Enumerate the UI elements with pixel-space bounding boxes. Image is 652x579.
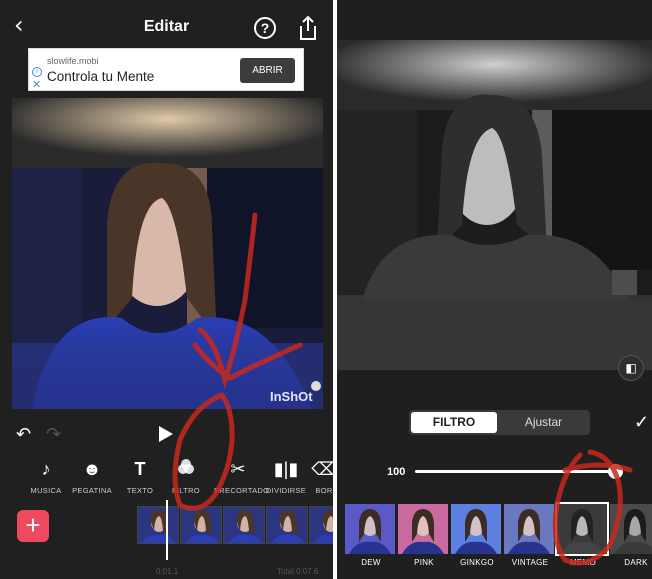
tool-bar: ⋮ A ♪ MUSICA ☻ PEGATINA T TEXTO FILTRO (0, 458, 333, 502)
tool-partial[interactable]: ⋮ A (0, 458, 14, 495)
slider-knob[interactable] (608, 464, 623, 479)
filter-name: GINKGO (460, 558, 494, 567)
watermark-text: InShOt (270, 389, 313, 404)
timeline-frame (309, 506, 333, 544)
tool-musica[interactable]: ♪ MUSICA (22, 458, 70, 495)
text-icon: T (134, 459, 146, 479)
filter-name: MEMO (569, 558, 597, 567)
play-icon[interactable] (159, 426, 173, 442)
share-icon[interactable] (296, 15, 320, 41)
filtered-video-preview[interactable] (337, 40, 652, 370)
mode-tabs: FILTRO Ajustar (409, 410, 590, 435)
compare-split-icon[interactable]: ◧ (618, 355, 644, 381)
slider-fill (415, 470, 615, 473)
top-bar: ‹ Editar ? (0, 0, 333, 52)
partial-tool-icon: ⋮ (0, 458, 14, 480)
emoji-icon: ☻ (82, 459, 102, 479)
tool-filtro[interactable]: FILTRO (162, 458, 210, 495)
help-icon[interactable]: ? (254, 17, 276, 39)
filter-thumbnail (345, 504, 395, 554)
confirm-check-icon[interactable]: ✓ (634, 412, 649, 433)
timeline-frame (266, 506, 308, 544)
ad-domain: slowlife.mobi (47, 56, 99, 66)
ad-info-icon[interactable]: i (32, 67, 42, 77)
intensity-slider[interactable] (415, 464, 623, 479)
filter-thumbnail (555, 502, 609, 556)
timeline-frame (223, 506, 265, 544)
tool-texto[interactable]: T TEXTO (116, 458, 164, 495)
filter-ginkgo[interactable]: GINKGO (451, 504, 503, 568)
playhead[interactable] (166, 500, 168, 560)
editor-screen-left: ‹ Editar ? i ✕ slowlife.mobi Controla tu… (0, 0, 333, 579)
ad-banner[interactable]: i ✕ slowlife.mobi Controla tu Mente ABRI… (28, 48, 304, 91)
video-preview[interactable]: InShOt (12, 98, 323, 409)
ad-close-icon[interactable]: ✕ (32, 80, 41, 91)
music-note-icon: ♪ (41, 459, 51, 479)
tool-borrar[interactable]: ⌫ BOR (300, 458, 333, 495)
tool-precortado[interactable]: ✂ PRECORTADO (214, 458, 270, 495)
scissors-icon: ✂ (230, 459, 246, 479)
tab-ajustar[interactable]: Ajustar (499, 412, 588, 433)
timeline-frame (137, 506, 179, 544)
filter-name: DARK (624, 558, 648, 567)
undo-icon[interactable]: ↶ (16, 424, 31, 445)
ad-open-button[interactable]: ABRIR (240, 58, 295, 83)
filter-dew[interactable]: DEW (345, 504, 397, 568)
tool-label: BOR (315, 486, 333, 495)
tool-pegatina[interactable]: ☻ PEGATINA (68, 458, 116, 495)
trash-icon: ⌫ (311, 459, 333, 479)
filter-thumbnail (398, 504, 448, 554)
ad-headline: Controla tu Mente (47, 69, 155, 84)
redo-icon[interactable]: ↷ (46, 424, 61, 445)
filter-name: DEW (361, 558, 381, 567)
timeline-frame (180, 506, 222, 544)
filter-pink[interactable]: PINK (398, 504, 450, 568)
filter-thumbnail (610, 504, 652, 554)
filter-thumbnail (451, 504, 501, 554)
tool-label: TEXTO (126, 486, 154, 495)
total-time: Total 0:07.6 (277, 567, 319, 576)
video-frame-image: InShOt (12, 98, 323, 409)
playback-controls: ↶ ↷ (0, 420, 333, 452)
filter-thumbnail (504, 504, 554, 554)
tool-label: FILTRO (172, 486, 200, 495)
tool-label: PRECORTADO (214, 486, 270, 495)
filter-screen-right: ◧ FILTRO Ajustar ✓ 100 DEW PINK GINKGO V… (337, 0, 652, 579)
filter-dark[interactable]: DARK (610, 504, 652, 568)
filter-name: VINTAGE (511, 558, 549, 567)
filter-icon (162, 458, 210, 480)
video-frame-image (337, 40, 652, 370)
intensity-value: 100 (387, 466, 406, 478)
filter-vintage[interactable]: VINTAGE (504, 504, 556, 568)
current-time: 0:01.1 (156, 567, 179, 576)
filter-name: PINK (414, 558, 434, 567)
tab-filtro[interactable]: FILTRO (411, 412, 497, 433)
filter-list: DEW PINK GINKGO VINTAGE MEMO DARK (345, 502, 652, 568)
filter-memo[interactable]: MEMO (555, 502, 609, 568)
page-title: Editar (143, 18, 190, 35)
tool-label: MUSICA (30, 486, 62, 495)
tool-label: PEGATINA (72, 486, 112, 495)
add-clip-button[interactable]: + (17, 510, 49, 542)
